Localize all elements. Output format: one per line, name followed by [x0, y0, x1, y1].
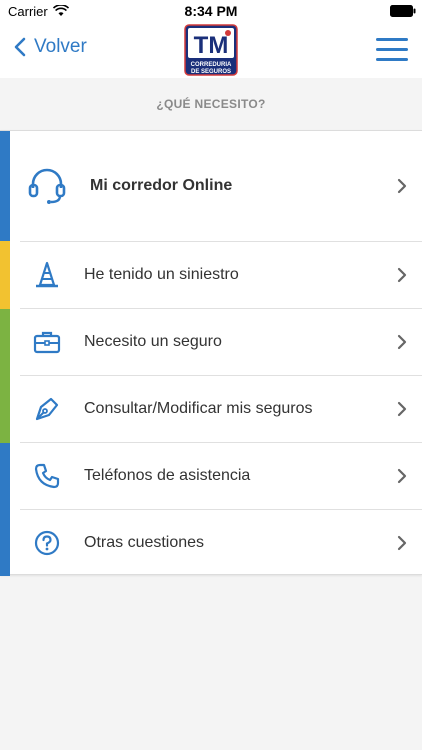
status-left: Carrier: [8, 4, 69, 19]
chevron-right-icon: [382, 401, 422, 417]
stripe-blue-top: [0, 131, 10, 241]
headset-icon: [22, 166, 72, 206]
battery-icon: [390, 5, 416, 20]
menu-item-siniestro[interactable]: He tenido un siniestro: [10, 242, 422, 308]
help-circle-icon: [22, 530, 72, 556]
logo-caption-line2: DE SEGUROS: [191, 69, 231, 75]
chevron-right-icon: [382, 334, 422, 350]
stripe-yellow: [0, 241, 10, 309]
brand-logo: TM CORREDURIA DE SEGUROS: [184, 24, 238, 76]
back-label: Volver: [34, 36, 87, 57]
menu-item-label: Consultar/Modificar mis seguros: [84, 400, 313, 417]
menu-item-mi-corredor-online[interactable]: Mi corredor Online: [10, 131, 422, 241]
chevron-right-icon: [382, 267, 422, 283]
traffic-cone-icon: [22, 261, 72, 289]
wifi-icon: [52, 5, 69, 16]
logo-caption-line1: CORREDURIA: [191, 62, 232, 68]
chevron-right-icon: [382, 468, 422, 484]
menu-item-label: Mi corredor Online: [90, 177, 233, 194]
navigation-bar: Volver TM CORREDURIA DE SEGUROS: [0, 22, 422, 78]
menu-item-label: Teléfonos de asistencia: [84, 467, 251, 484]
pen-nib-icon: [22, 395, 72, 423]
menu-item-necesito-seguro[interactable]: Necesito un seguro: [10, 309, 422, 375]
chevron-right-icon: [382, 178, 422, 194]
carrier-label: Carrier: [8, 3, 48, 19]
menu-item-label: Necesito un seguro: [84, 333, 222, 350]
hamburger-menu-icon[interactable]: [376, 38, 408, 62]
menu-item-otras-cuestiones[interactable]: Otras cuestiones: [10, 510, 422, 576]
menu-item-consultar-modificar[interactable]: Consultar/Modificar mis seguros: [10, 376, 422, 442]
chevron-right-icon: [382, 535, 422, 551]
back-button[interactable]: Volver: [14, 36, 87, 58]
menu-item-label: He tenido un siniestro: [84, 266, 239, 283]
menu-item-telefonos[interactable]: Teléfonos de asistencia: [10, 443, 422, 509]
menu-item-label: Otras cuestiones: [84, 534, 205, 551]
menu-card: Mi corredor Online He tenido un siniestr…: [0, 130, 422, 576]
chevron-left-icon: [14, 37, 26, 57]
stripe-blue-bottom: [0, 443, 10, 576]
section-title: ¿QUÉ NECESITO?: [156, 97, 266, 111]
logo-letters: TM: [194, 32, 229, 59]
stripe-green: [0, 309, 10, 443]
status-bar: Carrier 8:34 PM: [0, 0, 422, 22]
briefcase-icon: [22, 330, 72, 354]
phone-icon: [22, 463, 72, 489]
